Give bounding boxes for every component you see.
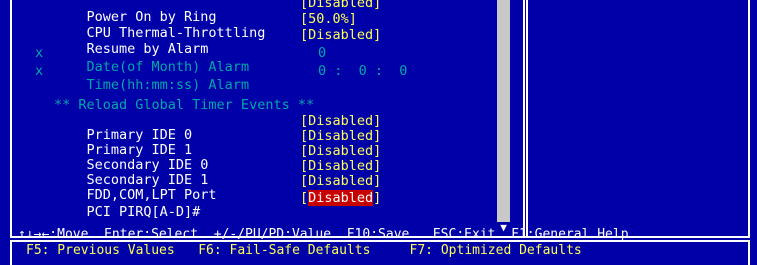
general-help-hint: F1:General Help bbox=[511, 227, 629, 242]
setting-value-pci-pirq[interactable]: [Disabled] bbox=[300, 190, 381, 206]
setting-value-cpu-thermal-throttling[interactable]: [50.0%] bbox=[300, 12, 357, 26]
disabled-marker: x bbox=[35, 63, 44, 79]
disabled-marker: x bbox=[35, 45, 44, 61]
section-header-reload-global-timer: ** Reload Global Timer Events ** bbox=[54, 97, 315, 113]
move-hint: ↑↓→←:Move bbox=[18, 227, 89, 242]
previous-values-hint: F5: Previous Values bbox=[26, 243, 175, 258]
exit-hint: ESC:Exit bbox=[432, 227, 496, 242]
setting-label: PCI PIRQ[A-D]# bbox=[86, 204, 201, 220]
selected-value-highlight[interactable]: Disabled bbox=[308, 190, 374, 206]
setting-label: Time(hh:mm:ss) Alarm bbox=[86, 77, 250, 93]
fail-safe-defaults-hint: F6: Fail-Safe Defaults bbox=[198, 243, 371, 258]
setting-value-power-on-by-ring[interactable]: [Disabled] bbox=[300, 0, 381, 10]
setting-value-secondary-ide-1[interactable]: [Disabled] bbox=[300, 159, 381, 173]
footer-line-2: F5: Previous Values F6: Fail-Safe Defaul… bbox=[26, 244, 582, 258]
setting-value-primary-ide-1[interactable]: [Disabled] bbox=[300, 129, 381, 143]
setting-value-secondary-ide-0[interactable]: [Disabled] bbox=[300, 144, 381, 158]
setting-value-resume-by-alarm[interactable]: [Disabled] bbox=[300, 28, 381, 42]
setting-value-fdd-com-lpt-port[interactable]: [Disabled] bbox=[300, 174, 381, 188]
select-hint: Enter:Select bbox=[104, 227, 199, 242]
value-hint: +/-/PU/PD:Value bbox=[213, 227, 332, 242]
setting-value-time-alarm: 0 : 0 : 0 bbox=[318, 63, 408, 79]
help-panel-divider bbox=[523, 0, 528, 238]
optimized-defaults-hint: F7: Optimized Defaults bbox=[409, 243, 582, 258]
setting-value-primary-ide-0[interactable]: [Disabled] bbox=[300, 114, 381, 128]
setting-value-date-alarm: 0 bbox=[318, 45, 327, 61]
save-hint: F10:Save bbox=[346, 227, 410, 242]
footer-line-1: ↑↓→←:Move Enter:Select +/-/PU/PD:Value F… bbox=[18, 228, 629, 242]
bios-setup-screen: Power On by Ring [Disabled] CPU Thermal-… bbox=[0, 0, 757, 265]
scrollbar-thumb[interactable] bbox=[497, 0, 510, 222]
